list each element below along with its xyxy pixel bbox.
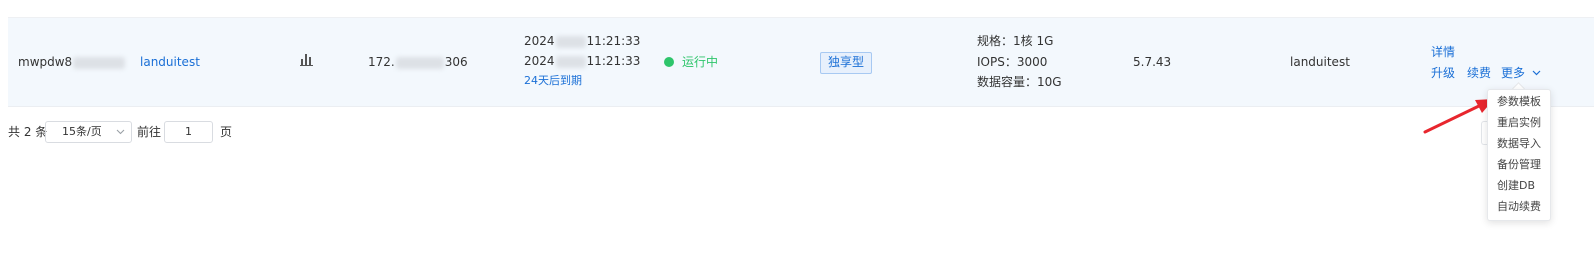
account-name: landuitest [1290,55,1350,69]
menu-item-auto-renew[interactable]: 自动续费 [1497,199,1541,215]
instance-id-cell: mwpdw8 [18,52,126,72]
chevron-down-icon [116,129,125,135]
renew-link[interactable]: 续费 [1467,63,1491,83]
ip-suffix: 306 [444,55,468,69]
storage-value: 10G [1037,75,1062,89]
spec-label: 规格： [977,34,1014,48]
monitor-chart-icon[interactable] [300,52,314,72]
created-time: 2024 11:21:33 [524,31,640,51]
instance-type-badge: 独享型 [820,52,873,74]
instance-type-cell: 独享型 [820,52,873,74]
page-size-select[interactable]: 15条/页 [45,121,132,143]
chevron-down-icon [1532,70,1541,76]
detail-link[interactable]: 详情 [1431,42,1455,62]
storage-line: 数据容量：10G [977,72,1062,92]
status-text: 运行中 [682,55,719,69]
menu-item-create-db[interactable]: 创建DB [1497,178,1535,194]
more-dropdown-trigger[interactable]: 更多 [1501,63,1541,83]
spec-value: 1核 1G [1013,34,1054,48]
more-label: 更多 [1501,66,1526,80]
menu-item-data-import[interactable]: 数据导入 [1497,136,1541,152]
storage-label: 数据容量： [977,75,1038,89]
expire-clock: 11:21:33 [586,54,641,68]
status-cell: 运行中 [664,52,718,72]
status-running-icon [664,57,674,67]
ip-prefix: 172. [368,55,395,69]
instance-name-link[interactable]: landuitest [140,52,200,72]
menu-item-backup-management[interactable]: 备份管理 [1497,157,1541,173]
menu-item-parameter-template[interactable]: 参数模板 [1497,94,1541,110]
expire-year: 2024 [524,54,555,68]
expire-time: 2024 11:21:33 [524,51,640,71]
redacted-text [555,35,586,48]
pagination-total: 共 2 条 [8,125,48,139]
spec-line: 规格：1核 1G [977,31,1053,51]
goto-page-input[interactable]: 1 [164,121,213,143]
redacted-text [555,55,586,68]
iops-label: IOPS： [977,55,1017,69]
expire-note: 24天后到期 [524,74,582,87]
goto-label: 前往 [137,125,162,139]
db-version: 5.7.43 [1133,55,1172,69]
created-year: 2024 [524,34,555,48]
more-dropdown-menu: 参数模板 重启实例 数据导入 备份管理 创建DB 自动续费 [1487,89,1551,221]
page-size-value: 15条/页 [62,125,102,138]
redacted-text [73,56,126,69]
menu-item-restart-instance[interactable]: 重启实例 [1497,115,1541,131]
iops-value: 3000 [1016,55,1048,69]
table-row: mwpdw8 landuitest 172. 306 2024 11:21:33 2… [8,18,1594,107]
page-suffix: 页 [220,125,233,139]
upgrade-link[interactable]: 升级 [1431,63,1455,83]
iops-line: IOPS：3000 [977,52,1047,72]
created-clock: 11:21:33 [586,34,641,48]
redacted-text [395,56,444,69]
instance-id: mwpdw8 [18,55,73,69]
ip-address-cell: 172. 306 [368,52,468,72]
